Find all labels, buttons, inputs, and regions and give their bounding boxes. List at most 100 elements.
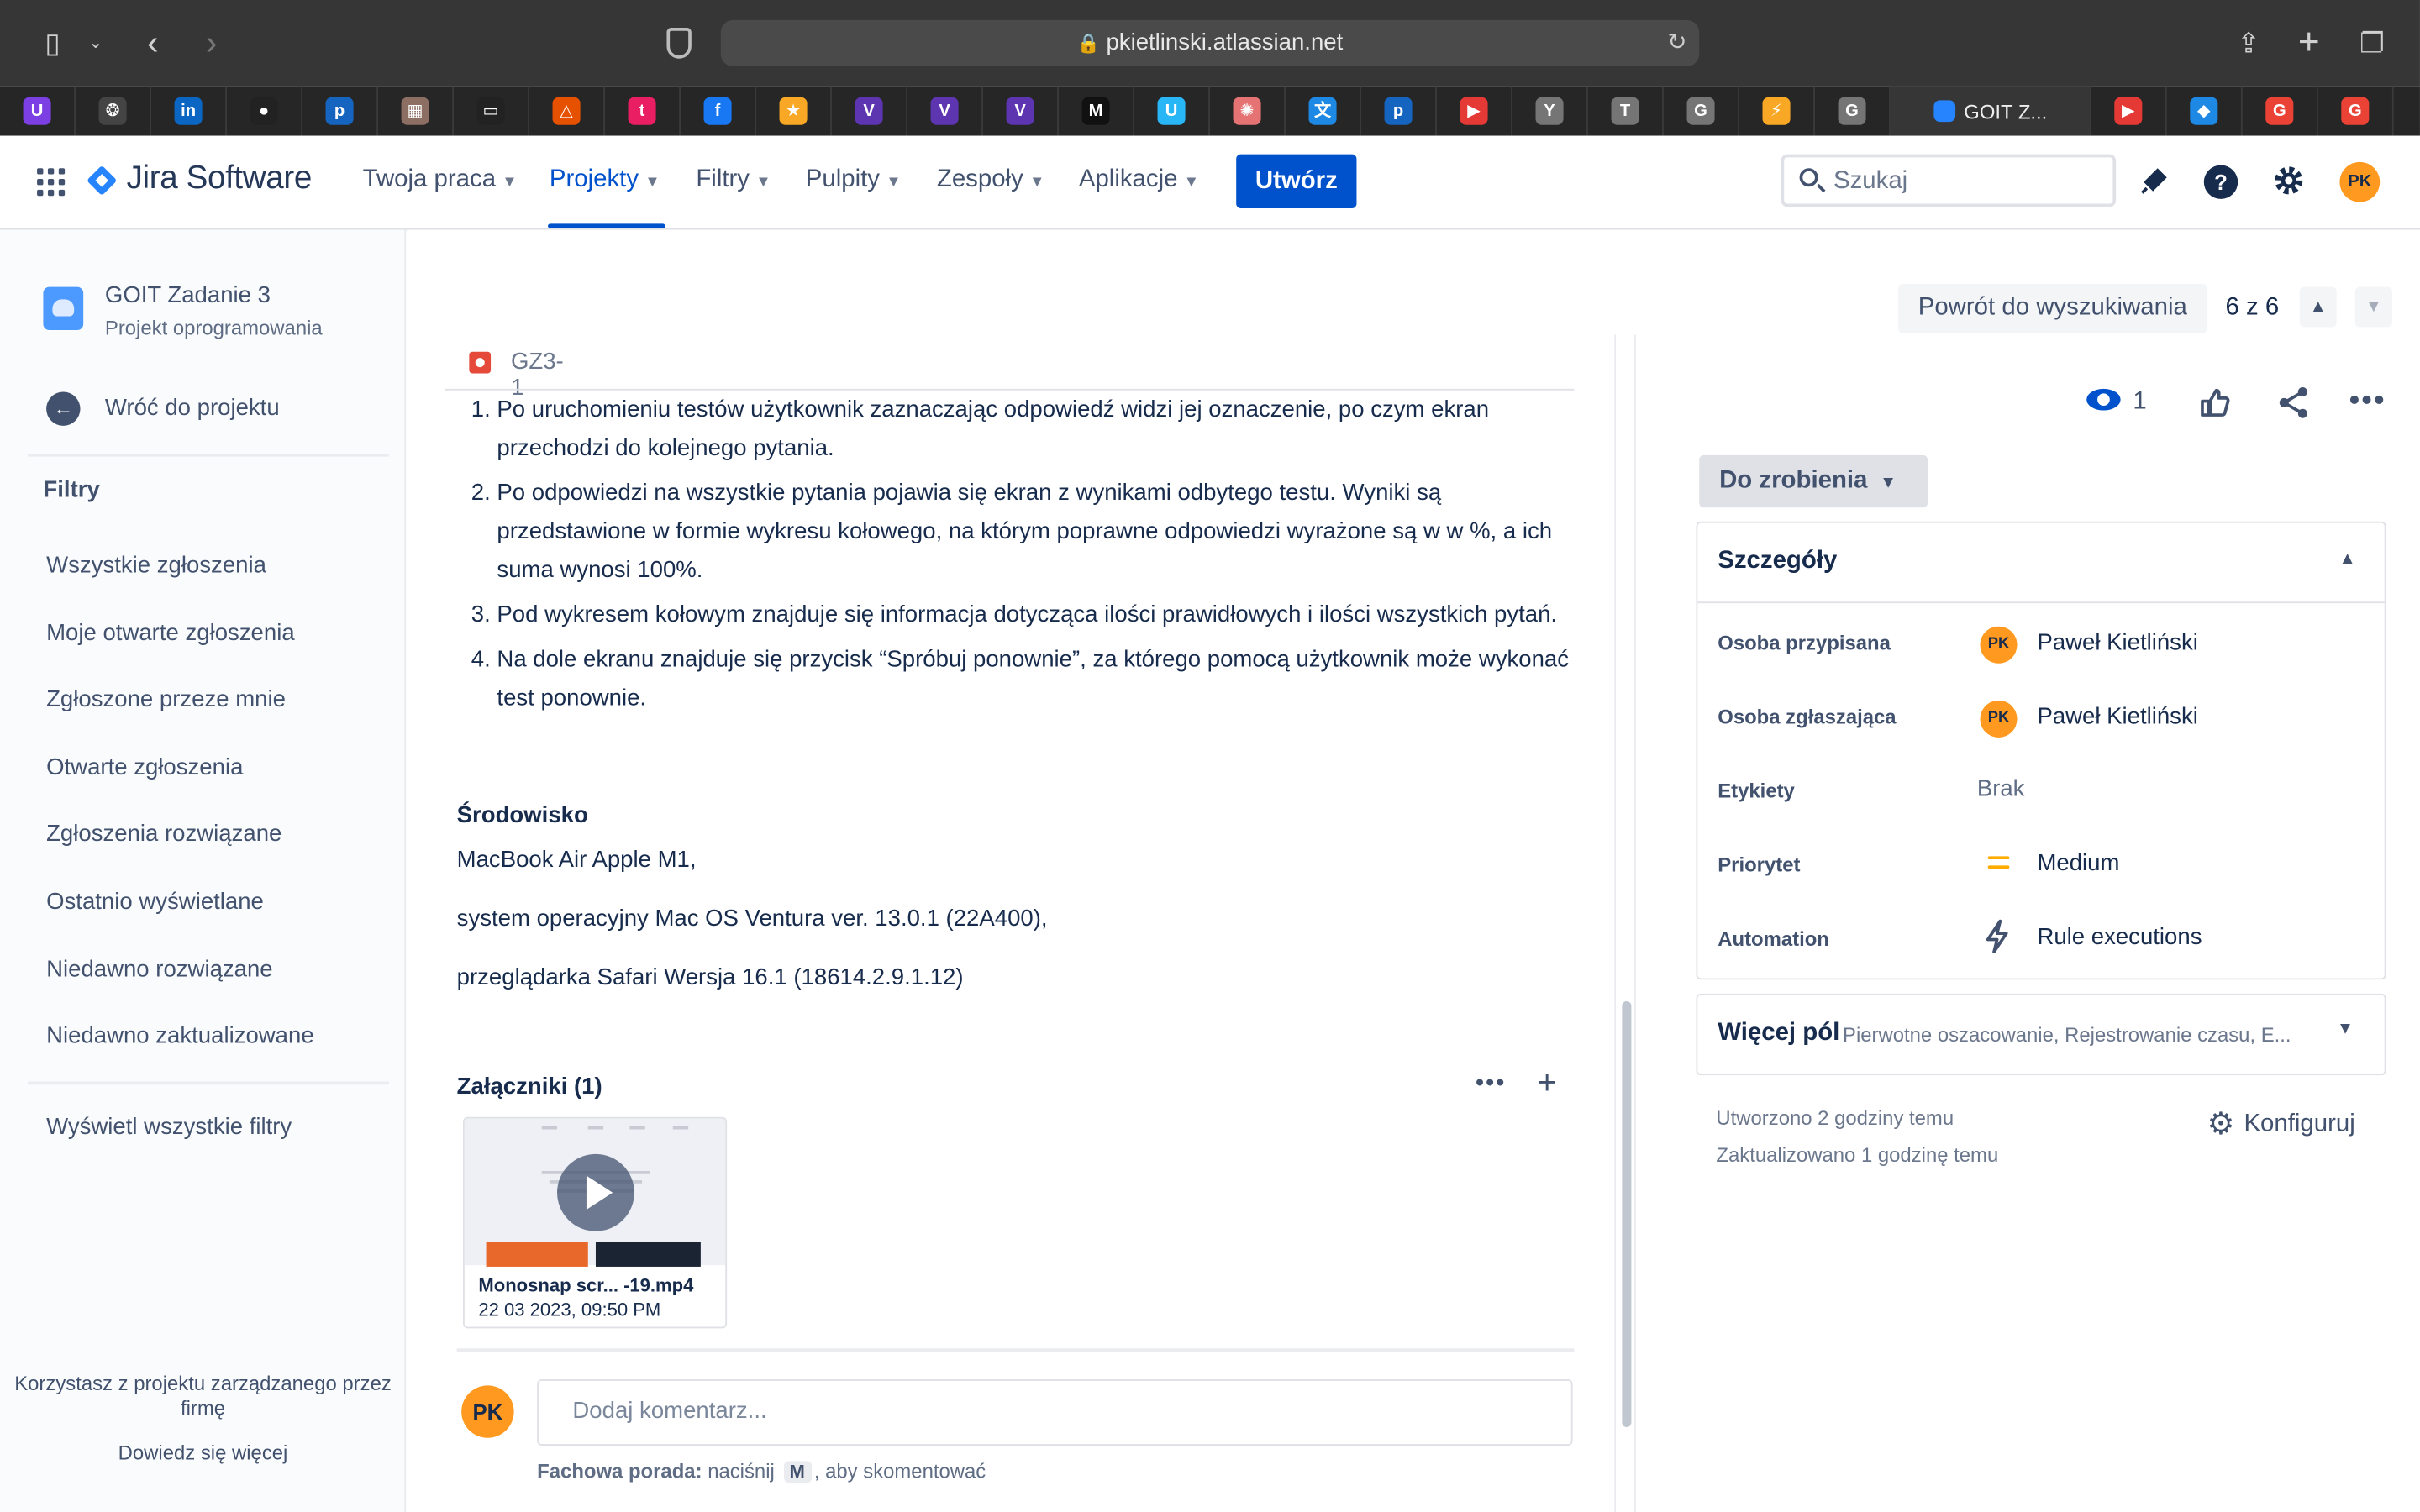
sidebar-filter-item[interactable]: Zgłoszenia rozwiązane <box>46 822 281 848</box>
share-icon[interactable]: ⇪ <box>2230 24 2267 61</box>
bookmark-tab[interactable]: G <box>2318 86 2394 136</box>
active-tab[interactable]: GOIT Z... <box>1890 86 2091 136</box>
app-switcher-icon[interactable] <box>37 168 66 197</box>
sidebar-filter-item[interactable]: Moje otwarte zgłoszenia <box>46 620 295 646</box>
g-gray-icon: G <box>1686 97 1715 125</box>
more-fields-panel[interactable]: Więcej pól Pierwotne oszacowanie, Rejest… <box>1696 993 2386 1076</box>
notifications-icon[interactable] <box>2136 164 2173 201</box>
bookmark-tab[interactable]: ● <box>227 86 302 136</box>
bookmark-tab[interactable]: V <box>832 86 908 136</box>
chevron-up-icon[interactable]: ▲ <box>2299 286 2337 328</box>
bookmark-tab[interactable]: ▶ <box>2091 86 2167 136</box>
sidebar-filter-item[interactable]: Niedawno zaktualizowane <box>46 1023 314 1049</box>
field-label: Etykiety <box>1718 779 1795 803</box>
bookmark-tab[interactable]: V <box>983 86 1059 136</box>
bookmark-tab[interactable]: G <box>1664 86 1739 136</box>
bookmark-tab[interactable]: ★ <box>756 86 832 136</box>
shield-icon[interactable] <box>666 28 692 59</box>
bookmark-tab[interactable]: G <box>1815 86 1891 136</box>
sidebar-filter-item[interactable]: Otwarte zgłoszenia <box>46 754 243 780</box>
status-dropdown[interactable]: Do zrobienia ▼ <box>1699 454 1928 508</box>
help-icon[interactable]: ? <box>2202 164 2239 201</box>
reload-icon[interactable]: ↻ <box>1667 20 1686 66</box>
nav-your-work[interactable]: Twoja praca ▼ <box>363 166 518 194</box>
bookmark-tab[interactable]: ✺ <box>1210 86 1286 136</box>
bookmark-tab[interactable]: in <box>151 86 227 136</box>
share-icon[interactable] <box>2276 386 2310 428</box>
settings-gear-icon[interactable] <box>2270 164 2307 201</box>
chevron-down-icon[interactable]: ▼ <box>2337 1020 2354 1038</box>
comment-box[interactable] <box>537 1379 1573 1446</box>
jira-logo-icon[interactable] <box>87 165 118 197</box>
bookmark-tab[interactable]: M <box>1059 86 1134 136</box>
scrollbar[interactable] <box>1614 334 1636 1512</box>
bookmark-tab[interactable]: ▦ <box>378 86 454 136</box>
search-input[interactable] <box>1833 165 2104 199</box>
back-icon[interactable]: ‹ <box>134 24 171 61</box>
tab-overview-icon[interactable]: ❐ <box>2354 24 2391 61</box>
labels-value[interactable]: Brak <box>1977 776 2025 802</box>
nav-teams[interactable]: Zespoły ▼ <box>937 166 1044 194</box>
bookmark-tab[interactable]: U <box>0 86 76 136</box>
add-icon[interactable]: + <box>1537 1063 1557 1103</box>
chevron-up-icon[interactable]: ▲ <box>2338 548 2357 570</box>
view-all-filters-link[interactable]: Wyświetl wszystkie filtry <box>46 1114 292 1140</box>
automation-value[interactable]: Rule executions <box>2037 924 2202 950</box>
forward-icon[interactable]: › <box>193 24 230 61</box>
user-avatar[interactable]: PK <box>2339 161 2381 202</box>
bookmark-tab[interactable]: ▭ <box>454 86 529 136</box>
reporter-avatar: PK <box>1980 700 2018 738</box>
bookmark-tab[interactable]: T <box>1588 86 1664 136</box>
bookmark-tab[interactable]: t <box>605 86 681 136</box>
bookmark-tab[interactable]: f <box>681 86 756 136</box>
assignee-value[interactable]: Paweł Kietliński <box>2037 629 2197 655</box>
sidebar-toggle-icon[interactable]: ▯ <box>34 24 71 61</box>
configure-button[interactable]: ⚙ Konfiguruj <box>2207 1105 2354 1143</box>
nav-filters[interactable]: Filtry ▼ <box>696 166 771 194</box>
video-thumbnail <box>464 1118 726 1267</box>
watch-button[interactable]: 1 <box>2086 388 2147 417</box>
bookmark-tab[interactable]: ◆ <box>2167 86 2243 136</box>
scrollbar-thumb[interactable] <box>1622 1001 1632 1427</box>
bookmark-tab[interactable]: V <box>908 86 983 136</box>
nav-projects[interactable]: Projekty ▼ <box>550 166 660 194</box>
back-to-search-button[interactable]: Powrót do wyszukiwania <box>1898 283 2207 333</box>
bookmark-tab[interactable]: ▶ <box>1437 86 1512 136</box>
bookmark-tab[interactable]: G <box>2243 86 2318 136</box>
chevron-down-icon[interactable]: ⌄ <box>77 24 114 61</box>
more-options-icon[interactable]: ••• <box>1476 1071 1506 1099</box>
bookmark-tab[interactable]: ⚡ <box>1739 86 1815 136</box>
bookmark-tab[interactable]: ❂ <box>76 86 151 136</box>
thumbs-up-icon[interactable] <box>2197 386 2231 428</box>
bookmark-tab[interactable]: △ <box>529 86 605 136</box>
attachment-name: Monosnap scr... -19.mp4 <box>478 1274 694 1296</box>
bookmark-tab[interactable]: p <box>1361 86 1437 136</box>
comment-input[interactable] <box>572 1398 1499 1425</box>
project-name[interactable]: GOIT Zadanie 3 <box>105 282 271 308</box>
more-actions-icon[interactable]: ••• <box>2349 384 2386 419</box>
new-tab-icon[interactable]: + <box>2291 24 2328 61</box>
sidebar-filter-item[interactable]: Wszystkie zgłoszenia <box>46 553 266 579</box>
bookmark-tab[interactable]: U <box>1134 86 1210 136</box>
address-bar[interactable]: 🔒 pkietlinski.atlassian.net ↻ <box>720 19 1700 66</box>
learn-more-link[interactable]: Dowiedz się więcej <box>0 1441 406 1464</box>
gear-icon: ⚙ <box>2207 1107 2235 1142</box>
reporter-value[interactable]: Paweł Kietliński <box>2037 704 2197 730</box>
play-icon[interactable] <box>557 1153 634 1231</box>
product-name[interactable]: Jira Software <box>127 160 313 197</box>
priority-value[interactable]: Medium <box>2037 850 2119 876</box>
sidebar-filter-item[interactable]: Niedawno rozwiązane <box>46 956 273 982</box>
create-button[interactable]: Utwórz <box>1236 154 1357 208</box>
details-header[interactable]: Szczegóły ▲ <box>1697 523 2385 604</box>
attachment-card[interactable]: Monosnap scr... -19.mp4 22 03 2023, 09:5… <box>463 1116 728 1329</box>
bookmark-tab[interactable]: p <box>302 86 378 136</box>
nav-apps[interactable]: Aplikacje ▼ <box>1079 166 1199 194</box>
chevron-down-icon[interactable]: ▼ <box>2354 286 2392 328</box>
bookmark-tab[interactable]: Y <box>1512 86 1588 136</box>
bookmark-tab[interactable]: 文 <box>1286 86 1361 136</box>
nav-dashboards[interactable]: Pulpity ▼ <box>806 166 902 194</box>
issue-view: Powrót do wyszukiwania 6 z 6 ▲ ▼ GZ3-1 P… <box>407 229 2420 1512</box>
sidebar-filter-item[interactable]: Zgłoszone przeze mnie <box>46 687 286 713</box>
sidebar-filter-item[interactable]: Ostatnio wyświetlane <box>46 889 264 915</box>
search-box[interactable] <box>1781 154 2117 207</box>
